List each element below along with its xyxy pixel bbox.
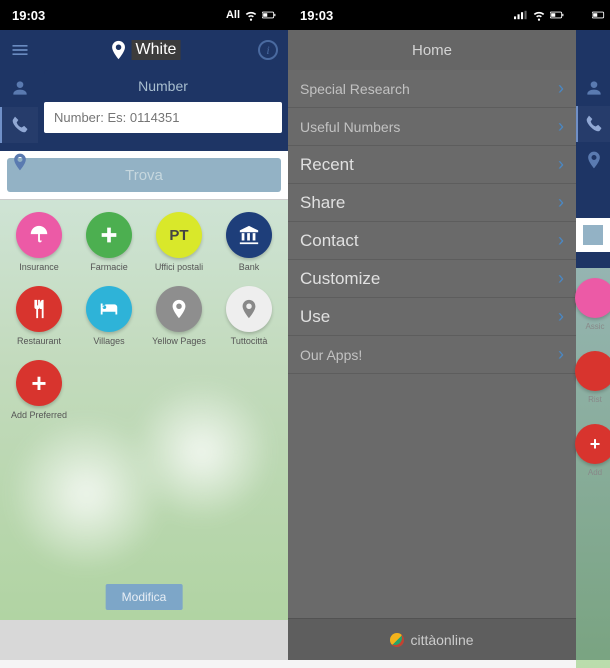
edge-tab-person[interactable] [576,70,610,106]
hamburger-icon [10,40,30,60]
location-pin-icon [108,39,130,61]
battery-icon [592,8,606,22]
pin-icon [10,152,30,172]
page-title: White [132,40,181,60]
person-icon [584,78,604,98]
menu-item-special-research[interactable]: Special Research › [288,70,576,108]
status-time: 19:03 [12,8,45,23]
menu-item-label: Contact [300,231,359,251]
search-button[interactable]: Trova [7,158,281,192]
villages-icon [86,286,132,332]
category-label: Yellow Pages [152,336,206,346]
brand-logo-icon [390,633,404,647]
top-bar: White i [0,30,288,70]
category-label: Farmacie [90,262,128,272]
menu-item-label: Use [300,307,330,327]
chevron-right-icon: › [558,78,564,99]
status-icons: All [226,8,276,22]
category-villages[interactable]: Villages [76,286,142,346]
chevron-right-icon: › [558,268,564,289]
category-label: Uffici postali [155,262,203,272]
tab-location[interactable] [0,143,38,180]
category-label: Insurance [19,262,59,272]
signal-icon [514,8,528,22]
menu-item-recent[interactable]: Recent › [288,146,576,184]
chevron-right-icon: › [558,344,564,365]
uffici-icon: PT [156,212,202,258]
wifi-icon [532,8,546,22]
add-preferred-label: Add Preferred [11,410,67,420]
wifi-icon [244,8,258,22]
menu-item-label: Share [300,193,345,213]
category-label: Tuttocittà [231,336,268,346]
chevron-right-icon: › [558,306,564,327]
tuttocitta-icon [226,286,272,332]
menu-list: Special Research›Useful Numbers›Recent›S… [288,70,576,374]
search-label: Number [44,70,282,102]
tab-person[interactable] [0,70,38,107]
category-label: Restaurant [17,336,61,346]
category-label: Bank [239,262,260,272]
menu-item-label: Useful Numbers [300,119,400,135]
menu-header: Home [288,30,576,70]
category-insurance[interactable]: Insurance [6,212,72,272]
number-input[interactable] [44,102,282,133]
chevron-right-icon: › [558,230,564,251]
menu-item-customize[interactable]: Customize › [288,260,576,298]
edge-tab-location[interactable] [576,142,610,178]
category-uffici[interactable]: PT Uffici postali [146,212,212,272]
tab-phone[interactable] [0,107,38,144]
menu-item-our-apps-[interactable]: Our Apps! › [288,336,576,374]
menu-item-label: Recent [300,155,354,175]
menu-item-use[interactable]: Use › [288,298,576,336]
person-icon [10,78,30,98]
modifica-button[interactable]: Modifica [106,584,183,610]
status-bar: 19:03 All [0,0,288,30]
category-bank[interactable]: Bank [216,212,282,272]
menu-item-label: Our Apps! [300,347,362,363]
plus-icon: + [16,360,62,406]
bank-icon [226,212,272,258]
footer: cittàonline [288,618,576,660]
battery-icon [262,8,276,22]
add-preferred-button[interactable]: + Add Preferred [6,360,72,420]
category-restaurant[interactable]: Restaurant [6,286,72,346]
edge-tab-phone[interactable] [576,106,610,142]
category-tuttocitta[interactable]: Tuttocittà [216,286,282,346]
status-bar-right: 19:03 [288,0,576,30]
farmacie-icon [86,212,132,258]
menu-item-label: Special Research [300,81,410,97]
yellow-icon [156,286,202,332]
chevron-right-icon: › [558,192,564,213]
battery-icon [550,8,564,22]
category-yellow[interactable]: Yellow Pages [146,286,212,346]
phone-icon [584,114,604,134]
menu-item-useful-numbers[interactable]: Useful Numbers › [288,108,576,146]
insurance-icon [16,212,62,258]
chevron-right-icon: › [558,154,564,175]
status-icons [514,8,564,22]
category-label: Villages [93,336,124,346]
status-bar-edge [576,0,610,30]
category-farmacie[interactable]: Farmacie [76,212,142,272]
menu-item-label: Customize [300,269,380,289]
menu-item-contact[interactable]: Contact › [288,222,576,260]
menu-item-share[interactable]: Share › [288,184,576,222]
status-time: 19:03 [300,8,333,23]
menu-button[interactable] [0,30,40,70]
info-button[interactable]: i [258,40,278,60]
categories-grid: Insurance Farmacie PT Uffici postali Bank Res… [0,200,288,620]
pin-icon [584,150,604,170]
chevron-right-icon: › [558,116,564,137]
brand-name: cittàonline [410,632,473,648]
phone-icon [10,115,30,135]
restaurant-icon [16,286,62,332]
